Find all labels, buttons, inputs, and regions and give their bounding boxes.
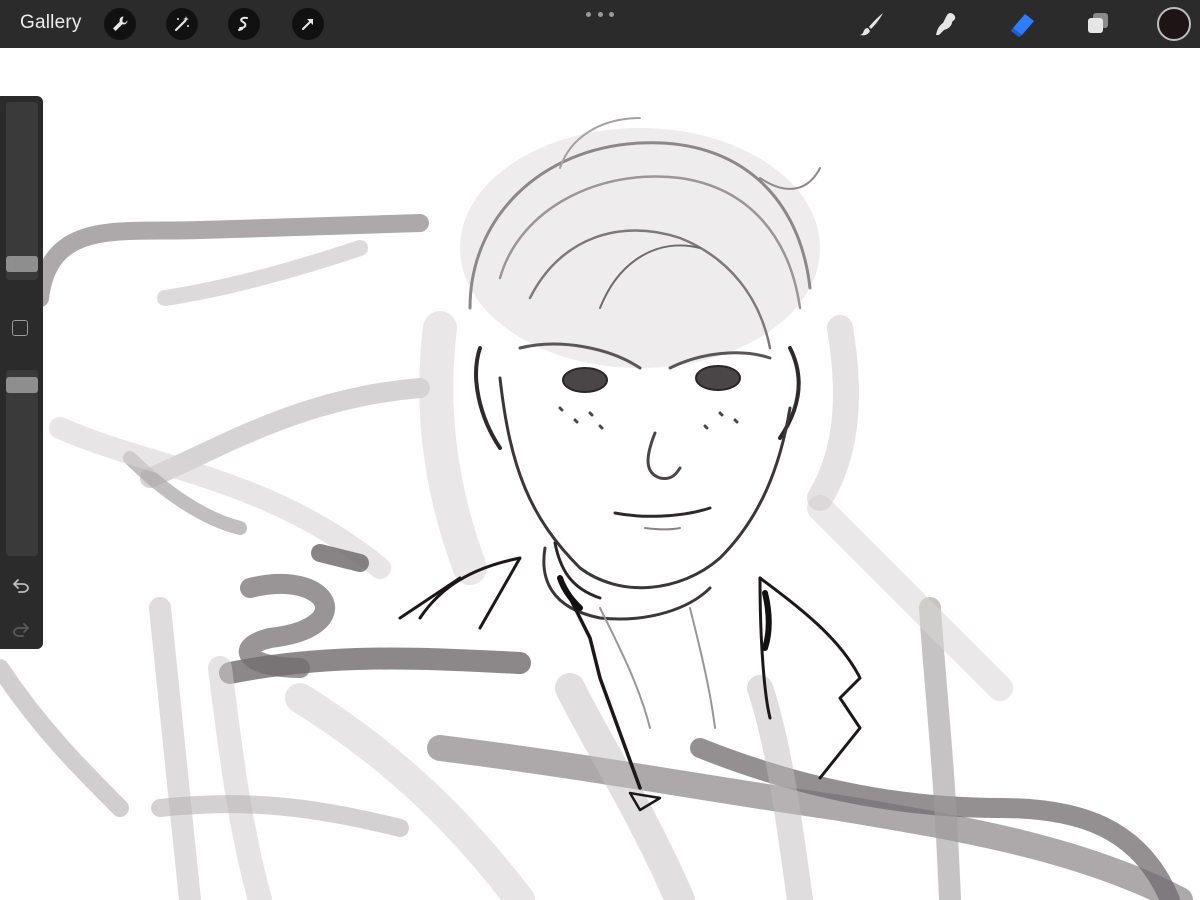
smudge-icon: [936, 13, 956, 35]
gallery-button[interactable]: Gallery: [20, 12, 82, 34]
opacity-thumb[interactable]: [6, 377, 38, 393]
undo-icon: [13, 579, 29, 593]
redo-button[interactable]: [10, 618, 32, 640]
eraser-icon: [1011, 14, 1034, 37]
layers-icon: [1088, 13, 1108, 33]
dot: [609, 11, 614, 17]
drawing-canvas[interactable]: [0, 48, 1200, 900]
dot: [586, 11, 591, 17]
selection-button[interactable]: [228, 8, 260, 40]
transform-button[interactable]: [292, 8, 324, 40]
brush-button[interactable]: [856, 8, 888, 40]
magic-wand-icon: [174, 16, 189, 32]
undo-button[interactable]: [10, 574, 32, 596]
color-picker-swatch[interactable]: [1157, 7, 1191, 41]
redo-icon: [13, 623, 29, 637]
modify-button[interactable]: [12, 320, 28, 336]
brush-size-slider[interactable]: [6, 102, 38, 280]
smudge-button[interactable]: [930, 8, 962, 40]
ellipsis-icon[interactable]: [586, 8, 614, 20]
adjustments-button[interactable]: [166, 8, 198, 40]
brush-icon: [860, 13, 883, 36]
opacity-slider[interactable]: [6, 370, 38, 556]
sketch-artwork: [0, 48, 1200, 900]
layers-button[interactable]: [1082, 8, 1114, 40]
dot: [597, 11, 603, 17]
brush-size-thumb[interactable]: [6, 256, 38, 272]
wrench-icon: [113, 16, 128, 31]
selection-icon: [238, 16, 248, 31]
transform-arrow-icon: [302, 19, 313, 30]
eraser-button[interactable]: [1006, 8, 1038, 40]
top-toolbar: Gallery: [0, 0, 1200, 48]
actions-wrench-button[interactable]: [104, 8, 136, 40]
side-toolbar: [0, 96, 43, 649]
